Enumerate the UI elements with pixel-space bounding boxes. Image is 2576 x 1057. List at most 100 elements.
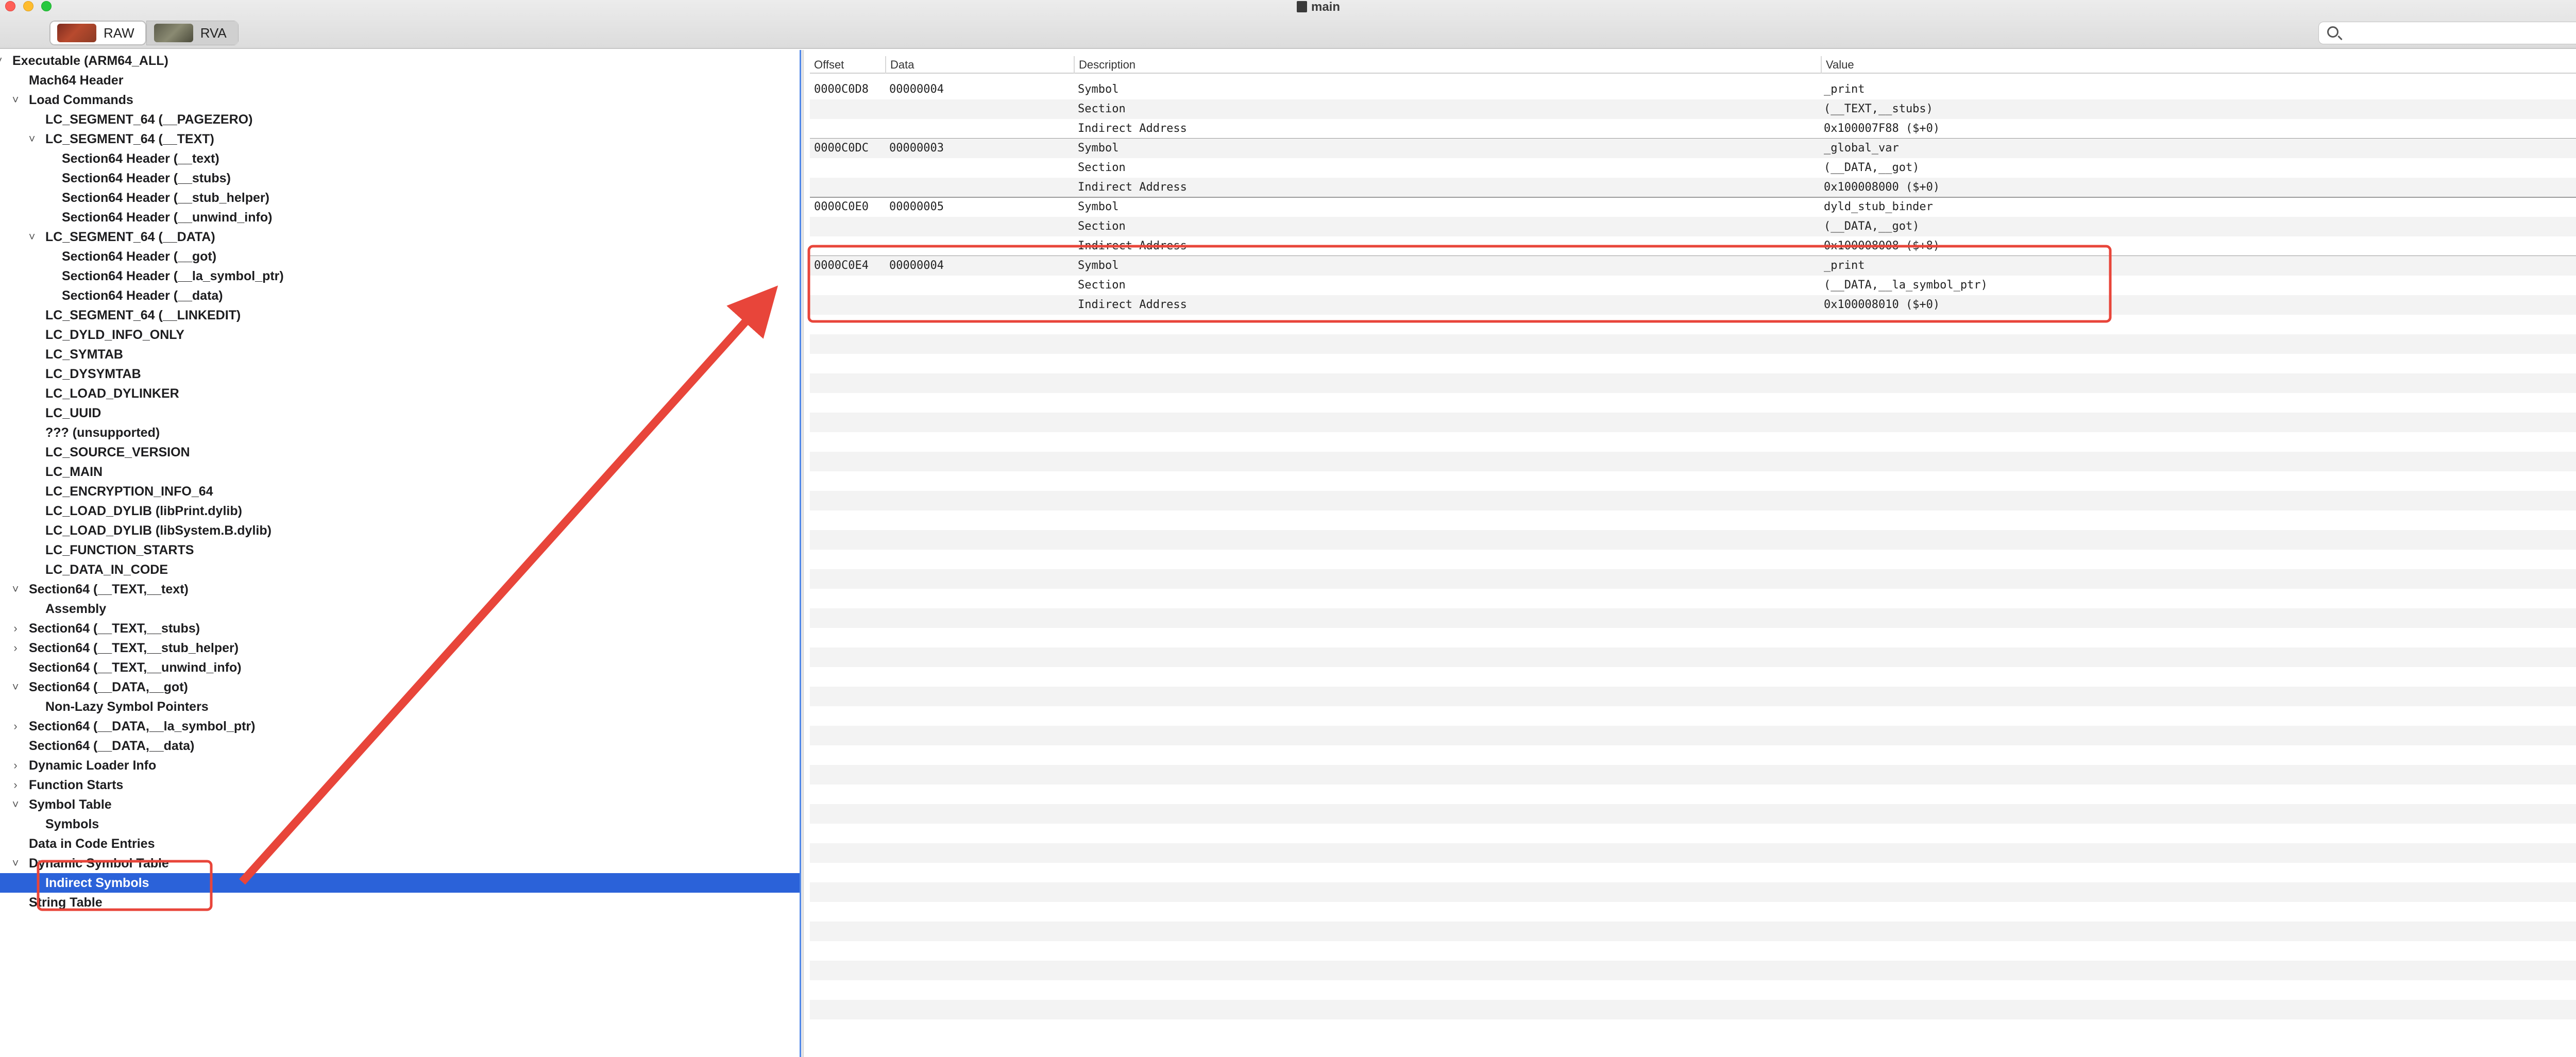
outline-item[interactable]: Section64 Header (__stubs) — [0, 168, 800, 188]
outline-item[interactable]: Section64 Header (__unwind_info) — [0, 208, 800, 227]
empty-table-row — [810, 687, 2576, 706]
outline-item[interactable]: Assembly — [0, 599, 800, 619]
outline-item-label: Dynamic Loader Info — [29, 758, 157, 773]
outline-item[interactable]: ??? (unsupported) — [0, 423, 800, 442]
outline-item[interactable]: Section64 Header (__got) — [0, 247, 800, 266]
outline-item[interactable]: › Section64 (__TEXT,__stubs) — [0, 619, 800, 638]
outline-item[interactable]: LC_SEGMENT_64 (__PAGEZERO) — [0, 110, 800, 129]
outline-item[interactable]: Indirect Symbols — [0, 873, 800, 893]
outline-item[interactable]: LC_ENCRYPTION_INFO_64 — [0, 482, 800, 501]
outline-item[interactable]: LC_DYSYMTAB — [0, 364, 800, 384]
outline-item[interactable]: LC_FUNCTION_STARTS — [0, 540, 800, 560]
outline-item-label: Section64 (__TEXT,__unwind_info) — [29, 660, 242, 675]
outline-item[interactable]: › Dynamic Loader Info — [0, 756, 800, 775]
outline-item[interactable]: ˅ Executable (ARM64_ALL) — [0, 51, 800, 71]
table-row[interactable] — [810, 80, 2576, 99]
outline-item[interactable]: ˅ Section64 (__DATA,__got) — [0, 677, 800, 697]
column-header-data[interactable]: Data — [885, 56, 1074, 74]
chevron-right-icon[interactable]: › — [8, 619, 23, 638]
outline-item[interactable]: › Section64 (__TEXT,__stub_helper) — [0, 638, 800, 658]
outline-item[interactable]: LC_UUID — [0, 403, 800, 423]
outline-item[interactable]: Section64 Header (__stub_helper) — [0, 188, 800, 208]
chevron-down-icon[interactable]: ˅ — [0, 51, 6, 71]
outline-item[interactable]: Symbols — [0, 814, 800, 834]
outline-item[interactable]: Section64 Header (__text) — [0, 149, 800, 168]
empty-table-row — [810, 550, 2576, 569]
outline-item[interactable]: LC_DYLD_INFO_ONLY — [0, 325, 800, 345]
outline-item[interactable]: Section64 (__DATA,__data) — [0, 736, 800, 756]
table-row[interactable] — [810, 256, 2576, 276]
chevron-down-icon[interactable]: ˅ — [8, 677, 23, 697]
outline-item[interactable]: Non-Lazy Symbol Pointers — [0, 697, 800, 717]
value-cell: _print — [1824, 83, 1865, 96]
data-cell: 00000005 — [889, 200, 944, 213]
outline-item[interactable]: LC_LOAD_DYLINKER — [0, 384, 800, 403]
column-header-offset[interactable]: Offset — [810, 56, 885, 74]
table-row[interactable] — [810, 158, 2576, 178]
outline-item-label: Symbol Table — [29, 797, 112, 812]
outline-item[interactable]: Mach64 Header — [0, 71, 800, 90]
outline-item[interactable]: LC_SEGMENT_64 (__LINKEDIT) — [0, 305, 800, 325]
table-row[interactable] — [810, 295, 2576, 315]
chevron-down-icon[interactable]: ˅ — [25, 227, 39, 247]
outline-item-label: LC_ENCRYPTION_INFO_64 — [45, 484, 213, 499]
chevron-down-icon[interactable]: ˅ — [8, 579, 23, 599]
outline-item[interactable]: LC_MAIN — [0, 462, 800, 482]
split-view-divider[interactable] — [800, 50, 804, 1057]
column-header-value[interactable]: Value — [1821, 56, 2576, 74]
chevron-right-icon[interactable]: › — [8, 717, 23, 736]
outline-item-label: Indirect Symbols — [45, 876, 149, 890]
outline-item[interactable]: ˅ Symbol Table — [0, 795, 800, 814]
table-row[interactable] — [810, 119, 2576, 139]
outline-item[interactable]: LC_DATA_IN_CODE — [0, 560, 800, 579]
column-header-description[interactable]: Description — [1074, 56, 1821, 74]
chevron-right-icon[interactable]: › — [8, 756, 23, 775]
outline-item[interactable]: LC_SOURCE_VERSION — [0, 442, 800, 462]
table-row[interactable] — [810, 178, 2576, 197]
chevron-right-icon[interactable]: › — [8, 775, 23, 795]
outline-item[interactable]: LC_LOAD_DYLIB (libSystem.B.dylib) — [0, 521, 800, 540]
table-row[interactable] — [810, 276, 2576, 295]
outline-item[interactable]: LC_LOAD_DYLIB (libPrint.dylib) — [0, 501, 800, 521]
outline-item[interactable]: ˅ Load Commands — [0, 90, 800, 110]
table-row[interactable] — [810, 217, 2576, 236]
outline-item[interactable]: Section64 (__TEXT,__unwind_info) — [0, 658, 800, 677]
table-row[interactable] — [810, 197, 2576, 217]
details-table[interactable]: Offset Data Description Value 0000C0D8 00… — [810, 50, 2576, 1057]
outline-view[interactable]: ˅ Executable (ARM64_ALL) Mach64 Header ˅ Loa… — [0, 50, 800, 1057]
table-row[interactable] — [810, 99, 2576, 119]
chevron-down-icon[interactable]: ˅ — [8, 854, 23, 873]
outline-item[interactable]: › Function Starts — [0, 775, 800, 795]
outline-item-label: String Table — [29, 895, 103, 910]
chevron-down-icon[interactable]: ˅ — [25, 129, 39, 149]
table-row[interactable] — [810, 236, 2576, 256]
value-cell: 0x100008000 ($+0) — [1824, 181, 1940, 194]
outline-item[interactable]: Data in Code Entries — [0, 834, 800, 854]
outline-item[interactable]: Section64 Header (__la_symbol_ptr) — [0, 266, 800, 286]
outline-item[interactable]: › Section64 (__DATA,__la_symbol_ptr) — [0, 717, 800, 736]
chevron-right-icon[interactable]: › — [8, 638, 23, 658]
outline-item[interactable]: ˅ Dynamic Symbol Table — [0, 854, 800, 873]
data-cell: 00000004 — [889, 83, 944, 96]
empty-table-row — [810, 569, 2576, 589]
description-cell: Section — [1078, 220, 1126, 233]
description-cell: Symbol — [1078, 200, 1119, 213]
outline-item[interactable]: String Table — [0, 893, 800, 912]
outline-item[interactable]: Section64 Header (__data) — [0, 286, 800, 305]
search-input[interactable] — [2318, 22, 2576, 44]
outline-item-label: Section64 Header (__stubs) — [62, 171, 231, 185]
outline-item-label: LC_LOAD_DYLIB (libPrint.dylib) — [45, 504, 242, 518]
outline-item[interactable]: ˅ LC_SEGMENT_64 (__DATA) — [0, 227, 800, 247]
outline-item-label: Section64 (__TEXT,__stubs) — [29, 621, 200, 636]
outline-item[interactable]: ˅ Section64 (__TEXT,__text) — [0, 579, 800, 599]
table-row[interactable] — [810, 139, 2576, 158]
outline-item[interactable]: LC_SYMTAB — [0, 345, 800, 364]
outline-item-label: Section64 Header (__unwind_info) — [62, 210, 273, 225]
data-cell: 00000003 — [889, 142, 944, 155]
outline-item[interactable]: ˅ LC_SEGMENT_64 (__TEXT) — [0, 129, 800, 149]
chevron-down-icon[interactable]: ˅ — [8, 90, 23, 110]
raw-segment-button[interactable]: RAW — [49, 21, 146, 45]
chevron-down-icon[interactable]: ˅ — [8, 795, 23, 814]
raw-rva-segmented-control[interactable]: RAW RVA — [49, 21, 239, 45]
rva-segment-button[interactable]: RVA — [146, 21, 239, 45]
